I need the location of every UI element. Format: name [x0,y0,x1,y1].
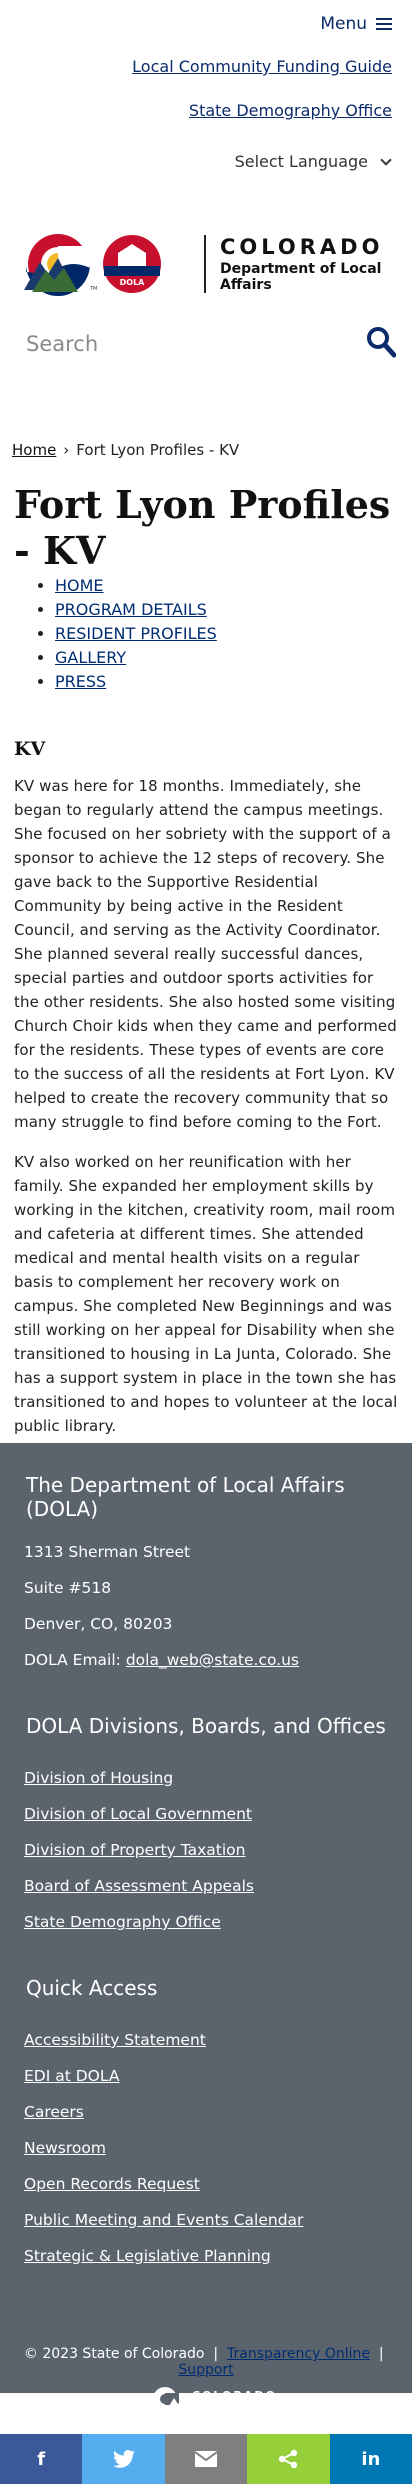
facebook-share-button[interactable]: f [0,2434,83,2484]
generic-share-button[interactable] [247,2434,330,2484]
subnav-item: RESIDENT PROFILES [55,622,217,646]
sub-navigation: HOME PROGRAM DETAILS RESIDENT PROFILES G… [55,574,217,694]
profile-content: KV KV was here for 18 months. Immediatel… [14,738,398,1454]
language-label: Select Language [234,152,368,171]
footer-address-line: Suite #518 [24,1579,112,1597]
twitter-share-button[interactable] [82,2434,165,2484]
funding-guide-link[interactable]: Local Community Funding Guide [132,57,392,76]
share-bar: f in [0,2434,412,2484]
footer-link-open-records[interactable]: Open Records Request [24,2175,200,2193]
profile-paragraph: KV also worked on her reunification with… [14,1153,398,1435]
footer-link-events-calendar[interactable]: Public Meeting and Events Calendar [24,2211,303,2229]
footer: The Department of Local Affairs (DOLA) 1… [0,1443,412,2393]
footer-link-property-taxation[interactable]: Division of Property Taxation [24,1841,245,1859]
breadcrumb-home[interactable]: Home [12,441,56,459]
subnav-item: GALLERY [55,646,217,670]
search-input[interactable] [26,324,346,364]
subnav-press[interactable]: PRESS [55,672,106,691]
search-icon[interactable] [366,326,397,358]
colorado-portal-icon [153,2387,186,2411]
subnav-home[interactable]: HOME [55,576,104,595]
footer-link-local-government[interactable]: Division of Local Government [24,1805,252,1823]
footer-email-link[interactable]: dola_web@state.co.us [126,1651,299,1669]
subnav-resident-profiles[interactable]: RESIDENT PROFILES [55,624,217,643]
footer-link-demography[interactable]: State Demography Office [24,1913,221,1931]
footer-link-newsroom[interactable]: Newsroom [24,2139,106,2157]
twitter-icon [112,2450,135,2468]
page-title: Fort Lyon Profiles - KV [14,482,391,573]
language-select[interactable]: Select Language [234,152,392,171]
footer-link-careers[interactable]: Careers [24,2103,84,2121]
footer-link-housing[interactable]: Division of Housing [24,1769,173,1787]
demography-link[interactable]: State Demography Office [189,101,392,120]
svg-text:TM: TM [89,286,97,292]
logo-wordmark: COLORADO Department of Local Affairs [204,235,412,293]
breadcrumb: Home › Fort Lyon Profiles - KV [12,441,239,459]
footer-email-row: DOLA Email: dola_web@state.co.us [24,1651,299,1669]
breadcrumb-current: Fort Lyon Profiles - KV [76,441,240,459]
subnav-item: HOME [55,574,217,598]
footer-quick-title: Quick Access [26,1976,158,2000]
footer-divisions-title: DOLA Divisions, Boards, and Offices [26,1714,386,1738]
menu-label: Menu [320,14,367,34]
colorado-portal-logo[interactable]: COLORADO Official State Web Portal [152,2386,277,2412]
dola-logo[interactable]: DOLA TM COLORADO Department of Local Aff… [24,232,412,296]
linkedin-share-button[interactable]: in [329,2434,412,2484]
subnav-item: PROGRAM DETAILS [55,598,217,622]
copyright-text: © 2023 State of Colorado [23,2346,205,2362]
logo-line-1: COLORADO [220,235,384,259]
support-link[interactable]: Support [178,2362,233,2378]
footer-org-title: The Department of Local Affairs (DOLA) [26,1473,345,1521]
transparency-link[interactable]: Transparency Online [227,2346,370,2362]
footer-email-label: DOLA Email: [24,1651,121,1669]
subnav-gallery[interactable]: GALLERY [55,648,126,667]
footer-link-strategic-planning[interactable]: Strategic & Legislative Planning [24,2247,271,2265]
footer-address-line: Denver, CO, 80203 [24,1615,173,1633]
profile-paragraph: KV was here for 18 months. Immediately, … [14,777,397,1131]
profile-heading: KV [14,738,46,760]
breadcrumb-separator: › [63,441,70,459]
footer-link-assessment-appeals[interactable]: Board of Assessment Appeals [24,1877,254,1895]
dola-badge-text: DOLA [120,278,146,287]
share-icon [279,2449,298,2469]
facebook-icon: f [37,2448,46,2470]
chevron-down-icon [380,153,392,166]
footer-link-edi[interactable]: EDI at DOLA [24,2067,119,2085]
portal-logo-line2: Official State Web Portal [192,2401,277,2410]
search-bar [26,324,397,364]
footer-link-accessibility[interactable]: Accessibility Statement [24,2031,206,2049]
menu-button[interactable]: Menu [320,14,392,34]
colorado-c-icon: DOLA TM [24,232,174,296]
subnav-item: PRESS [55,670,217,694]
copyright-bar: © 2023 State of Colorado | Transparency … [23,2346,384,2378]
hamburger-icon [376,18,392,30]
footer-address-line: 1313 Sherman Street [24,1543,191,1561]
logo-line-2: Department of Local Affairs [220,261,382,293]
subnav-program-details[interactable]: PROGRAM DETAILS [55,600,207,619]
linkedin-icon: in [361,2448,381,2470]
email-share-button[interactable] [164,2434,248,2484]
portal-logo-line1: COLORADO [192,2388,277,2402]
mail-icon [195,2451,218,2467]
